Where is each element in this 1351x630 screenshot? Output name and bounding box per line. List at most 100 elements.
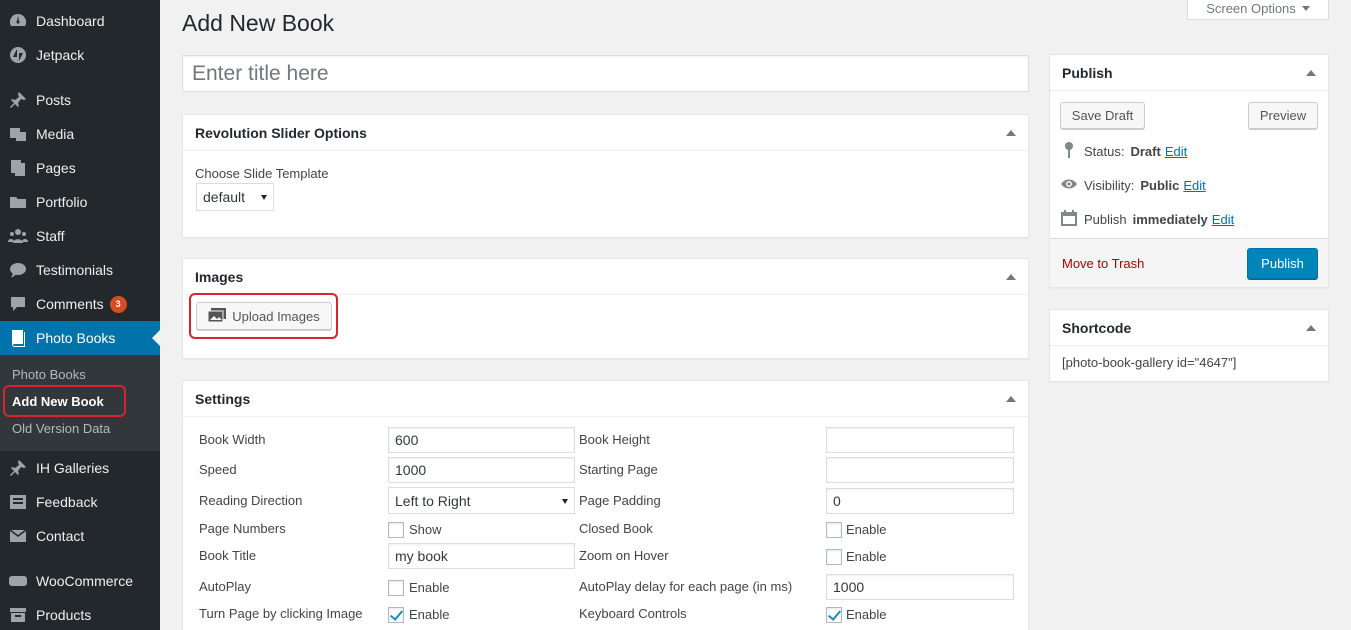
feedback-icon (0, 492, 36, 512)
caret-down-icon (1301, 6, 1310, 11)
box-header[interactable]: Revolution Slider Options (183, 115, 1028, 151)
zoom-on-hover-checkbox[interactable] (826, 549, 842, 565)
visibility-value: Public (1140, 178, 1180, 193)
archive-icon (0, 605, 36, 625)
comment-count-badge: 3 (109, 295, 127, 313)
box-title: Revolution Slider Options (195, 124, 367, 141)
sidebar-item-feedback[interactable]: Feedback (0, 485, 160, 519)
sidebar-item-photo-books[interactable]: Photo Books (0, 321, 160, 355)
screen-options-button[interactable]: Screen Options (1187, 0, 1329, 20)
box-header[interactable]: Publish (1050, 55, 1328, 91)
select-value: default (203, 189, 246, 205)
page-numbers-checkbox[interactable] (388, 522, 404, 538)
sidebar-item-portfolio[interactable]: Portfolio (0, 185, 160, 219)
pages-icon (0, 158, 36, 178)
autoplay-delay-input[interactable] (826, 574, 1014, 600)
turn-page-checkbox[interactable] (388, 607, 404, 623)
settings-box: Settings Book Width Book Height Speed St… (182, 380, 1029, 630)
collapse-icon[interactable] (1006, 396, 1016, 402)
pin-icon (0, 90, 36, 110)
page-numbers-label: Page Numbers (199, 521, 286, 536)
edit-visibility-link[interactable]: Edit (1183, 178, 1205, 193)
reading-direction-select[interactable]: Left to Right (388, 487, 575, 514)
eye-icon (1060, 175, 1078, 196)
visibility-label: Visibility: (1084, 178, 1135, 193)
book-title-label: Book Title (199, 548, 257, 563)
sidebar-item-woocommerce[interactable]: WooCommerce (0, 564, 160, 598)
collapse-icon[interactable] (1306, 70, 1316, 76)
sidebar-item-label: Dashboard (36, 13, 105, 29)
closed-book-checkbox[interactable] (826, 522, 842, 538)
book-height-label: Book Height (579, 432, 650, 447)
autoplay-checkbox[interactable] (388, 580, 404, 596)
title-input[interactable] (182, 55, 1029, 92)
sidebar-item-staff[interactable]: Staff (0, 219, 160, 253)
sidebar-item-products[interactable]: Products (0, 598, 160, 630)
email-icon (0, 526, 36, 546)
checkbox-label: Enable (846, 522, 887, 537)
page-padding-input[interactable] (826, 488, 1014, 514)
sidebar-item-label: Staff (36, 228, 65, 244)
collapse-icon[interactable] (1006, 130, 1016, 136)
submenu-item-old-version-data[interactable]: Old Version Data (12, 421, 110, 436)
edit-status-link[interactable]: Edit (1165, 144, 1187, 159)
collapse-icon[interactable] (1006, 274, 1016, 280)
move-to-trash-link[interactable]: Move to Trash (1062, 256, 1144, 271)
sidebar-item-dashboard[interactable]: Dashboard (0, 4, 160, 38)
groups-icon (0, 226, 36, 246)
sidebar-item-label: Products (36, 607, 92, 623)
revolution-slider-box: Revolution Slider Options Choose Slide T… (182, 114, 1029, 238)
book-height-input[interactable] (826, 427, 1014, 453)
book-title-input[interactable] (388, 543, 575, 569)
page-padding-label: Page Padding (579, 493, 661, 508)
box-header[interactable]: Shortcode (1050, 310, 1328, 346)
dashboard-icon (0, 11, 36, 31)
save-draft-button[interactable]: Save Draft (1060, 102, 1145, 129)
media-icon (0, 124, 36, 144)
sidebar-item-label: Photo Books (36, 330, 116, 346)
testimonial-icon (0, 260, 36, 280)
sidebar-item-contact[interactable]: Contact (0, 519, 160, 553)
woo-icon (0, 571, 36, 591)
autoplay-label: AutoPlay (199, 579, 252, 594)
preview-button[interactable]: Preview (1248, 102, 1318, 129)
sidebar-item-label: Feedback (36, 494, 98, 510)
checkbox-label: Enable (409, 607, 450, 622)
publish-button[interactable]: Publish (1247, 248, 1318, 279)
closed-book-label: Closed Book (579, 521, 653, 536)
pin-icon (0, 458, 36, 478)
slide-template-label: Choose Slide Template (195, 166, 329, 181)
speed-label: Speed (199, 462, 237, 477)
jetpack-icon (0, 45, 36, 65)
sidebar-item-label: Comments (36, 296, 104, 312)
sidebar-item-posts[interactable]: Posts (0, 83, 160, 117)
checkbox-label: Enable (409, 580, 450, 595)
box-header[interactable]: Images (183, 259, 1028, 295)
sidebar-item-media[interactable]: Media (0, 117, 160, 151)
sidebar-item-ih-galleries[interactable]: IH Galleries (0, 451, 160, 485)
sidebar-item-testimonials[interactable]: Testimonials (0, 253, 160, 287)
autoplay-delay-label: AutoPlay delay for each page (in ms) (579, 579, 793, 594)
sidebar-item-pages[interactable]: Pages (0, 151, 160, 185)
starting-page-label: Starting Page (579, 462, 658, 477)
sidebar-item-comments[interactable]: Comments 3 (0, 287, 160, 321)
sidebar-item-jetpack[interactable]: Jetpack (0, 38, 160, 72)
publish-date-row: Publish immediately Edit (1060, 209, 1234, 230)
submenu-item-photo-books[interactable]: Photo Books (12, 367, 86, 382)
box-header[interactable]: Settings (183, 381, 1028, 417)
visibility-row: Visibility: Public Edit (1060, 175, 1206, 196)
publish-label: Publish (1084, 212, 1127, 227)
book-width-input[interactable] (388, 427, 575, 453)
slide-template-select[interactable]: default (196, 183, 274, 211)
edit-date-link[interactable]: Edit (1212, 212, 1234, 227)
sidebar-item-label: Contact (36, 528, 85, 544)
speed-input[interactable] (388, 457, 575, 483)
select-value: Left to Right (395, 492, 471, 509)
publish-button-label: Publish (1261, 256, 1304, 271)
collapse-icon[interactable] (1306, 325, 1316, 331)
preview-label: Preview (1259, 108, 1307, 123)
dropdown-arrow-icon (261, 195, 267, 200)
starting-page-input[interactable] (826, 457, 1014, 483)
pin-icon (1060, 141, 1078, 162)
keyboard-controls-checkbox[interactable] (826, 607, 842, 623)
